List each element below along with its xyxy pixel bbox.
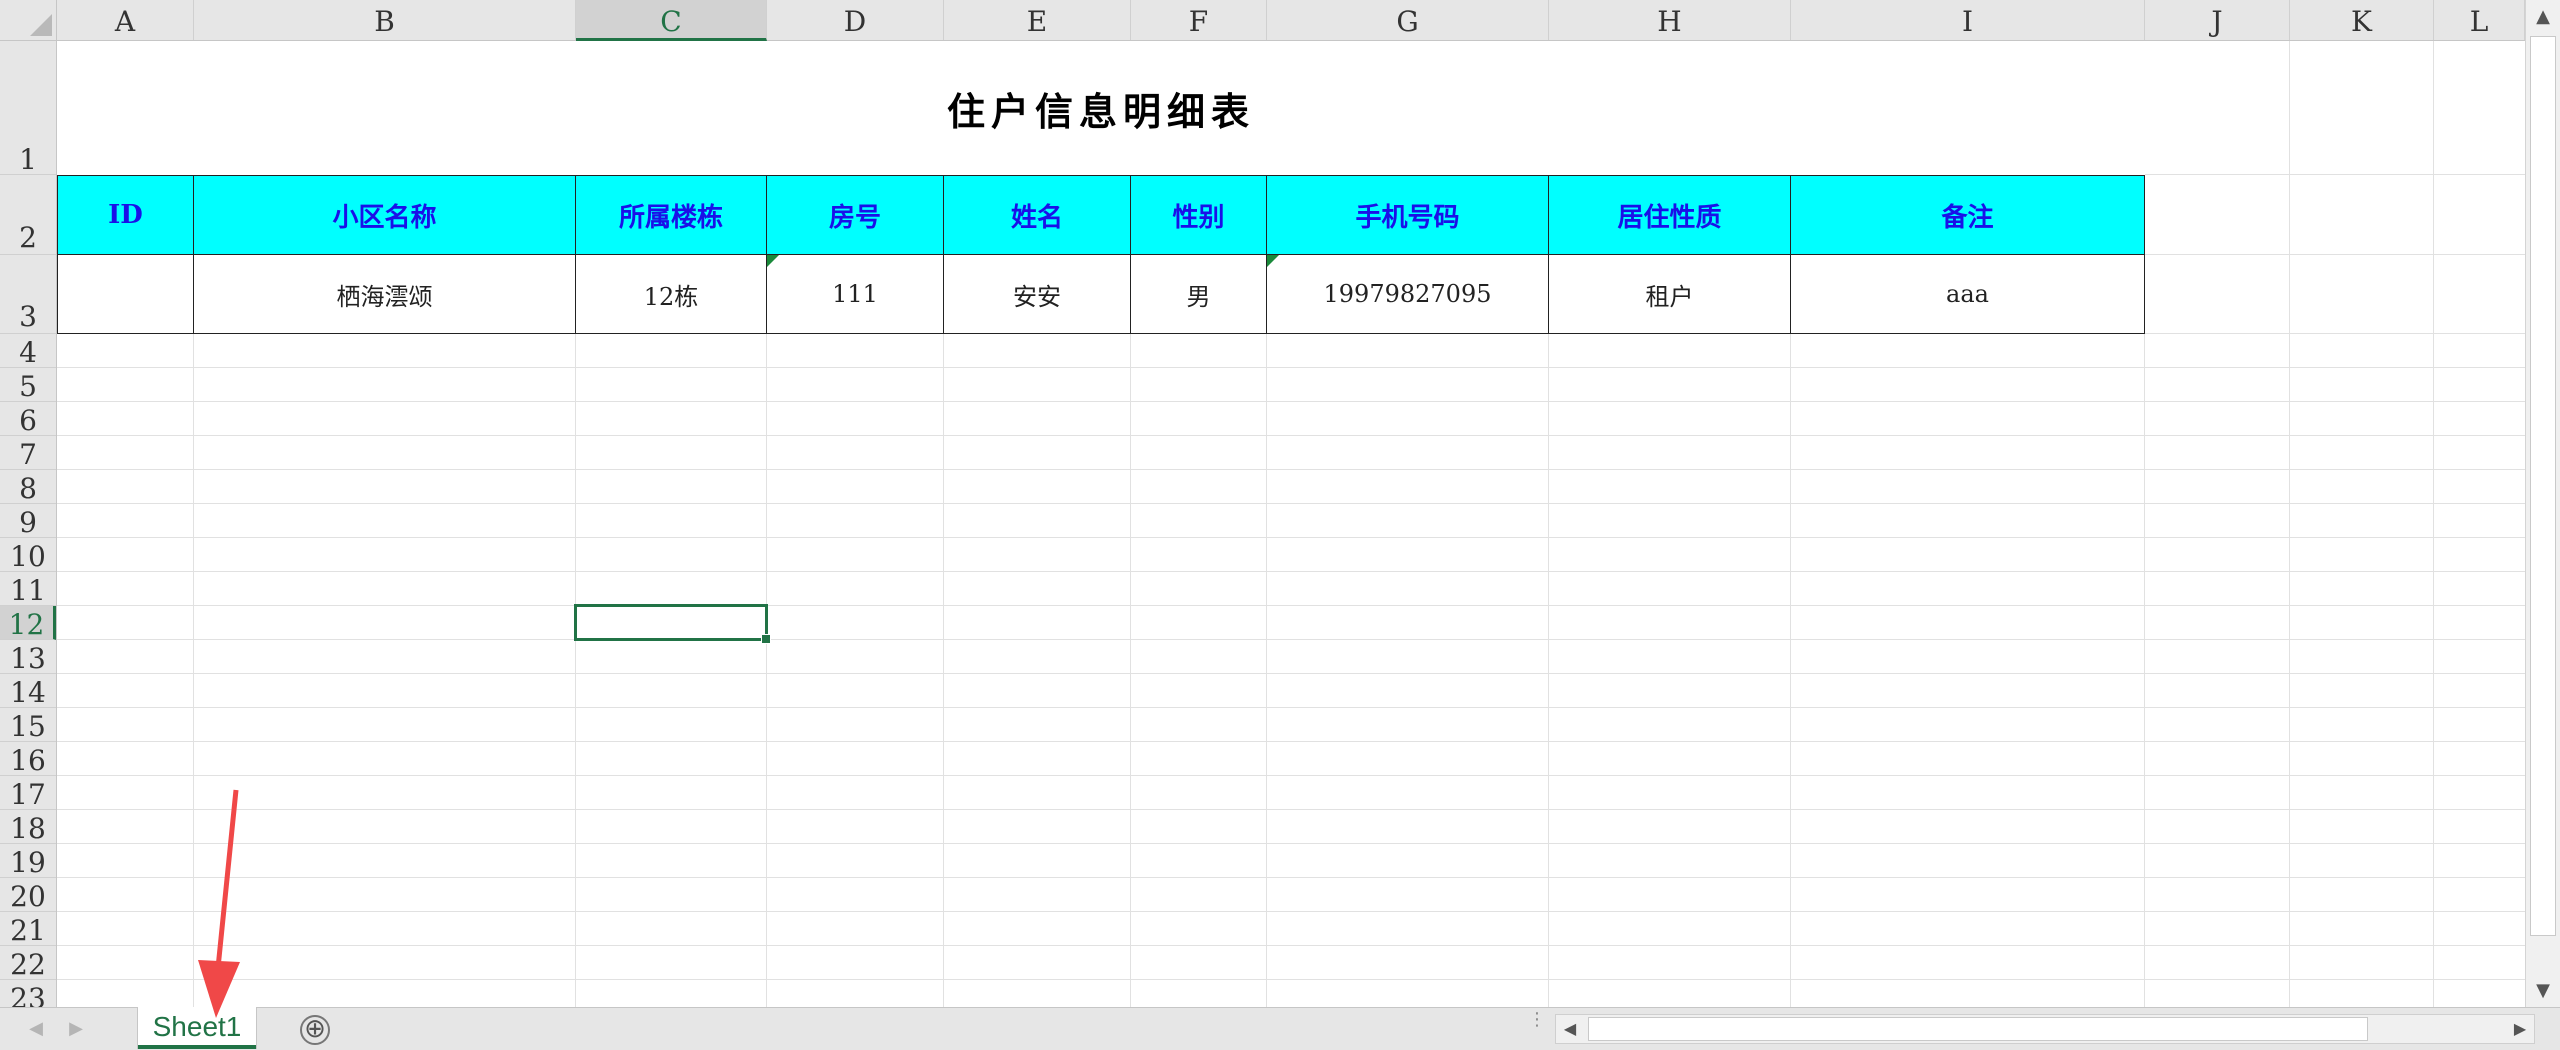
data-cell-community[interactable]: 栖海澐颂 [193, 254, 576, 334]
scroll-right-icon[interactable]: ▶ [2507, 1016, 2533, 1042]
data-cell-remarks[interactable]: aaa [1790, 254, 2145, 334]
row-header[interactable]: 5 [0, 368, 56, 402]
row-header[interactable]: 3 [0, 255, 56, 334]
number-as-text-indicator-icon [767, 255, 779, 267]
data-cell-gender[interactable]: 男 [1130, 254, 1267, 334]
column-header-e[interactable]: E [944, 0, 1131, 40]
data-cell-building[interactable]: 12栋 [575, 254, 767, 334]
header-cell-residence-type[interactable]: 居住性质 [1548, 175, 1791, 255]
column-header-l[interactable]: L [2434, 0, 2525, 40]
row-header[interactable]: 15 [0, 708, 56, 742]
vertical-scroll-thumb[interactable] [2530, 36, 2556, 936]
column-header-g[interactable]: G [1267, 0, 1549, 40]
data-cell-residence-type[interactable]: 租户 [1548, 254, 1791, 334]
row-header[interactable]: 14 [0, 674, 56, 708]
vertical-scrollbar[interactable]: ▲ ▼ [2525, 0, 2560, 1007]
column-header-h[interactable]: H [1549, 0, 1791, 40]
select-all-button[interactable] [0, 0, 57, 41]
sheet-title-cell[interactable]: 住户信息明细表 [57, 41, 2145, 175]
scroll-up-icon[interactable]: ▲ [2529, 2, 2557, 30]
row-header[interactable]: 21 [0, 912, 56, 946]
tab-split-handle[interactable]: ⋮ [1528, 1011, 1546, 1042]
header-cell-remarks[interactable]: 备注 [1790, 175, 2145, 255]
row-header[interactable]: 22 [0, 946, 56, 980]
row-header[interactable]: 1 [0, 41, 56, 175]
column-header-f[interactable]: F [1131, 0, 1267, 40]
horizontal-scrollbar[interactable]: ◀ ▶ [1555, 1014, 2535, 1044]
number-as-text-indicator-icon [1267, 255, 1279, 267]
cell-area[interactable]: 住户信息明细表 ID 小区名称 所属楼栋 房号 姓名 性别 手机号码 居住性质 … [57, 41, 2525, 1007]
data-cell-room[interactable]: 111 [766, 254, 944, 334]
row-header[interactable]: 4 [0, 334, 56, 368]
header-cell-name[interactable]: 姓名 [943, 175, 1131, 255]
tab-prev-icon[interactable]: ◀ [24, 1016, 48, 1042]
data-cell-id[interactable] [57, 254, 194, 334]
row-header[interactable]: 19 [0, 844, 56, 878]
row-header[interactable]: 6 [0, 402, 56, 436]
data-cell-phone[interactable]: 19979827095 [1266, 254, 1549, 334]
column-header-b[interactable]: B [194, 0, 576, 40]
row-header[interactable]: 13 [0, 640, 56, 674]
data-cell-name[interactable]: 安安 [943, 254, 1131, 334]
column-header-c[interactable]: C [576, 0, 767, 41]
row-header-column: 1 2 3 4 5 6 7 8 9 10 11 12 13 14 15 16 1… [0, 41, 57, 1007]
row-header[interactable]: 8 [0, 470, 56, 504]
data-cell-phone-value: 19979827095 [1323, 280, 1492, 308]
column-header-row: A B C D E F G H I J K L [57, 0, 2525, 41]
row-header[interactable]: 18 [0, 810, 56, 844]
column-header-i[interactable]: I [1791, 0, 2145, 40]
row-header-active[interactable]: 12 [0, 606, 56, 640]
data-cell-room-value: 111 [832, 280, 878, 308]
horizontal-scroll-thumb[interactable] [1588, 1017, 2368, 1041]
row-header[interactable]: 7 [0, 436, 56, 470]
header-cell-community[interactable]: 小区名称 [193, 175, 576, 255]
worksheet-grid: A B C D E F G H I J K L 1 2 3 4 5 6 7 8 … [0, 0, 2525, 1007]
row-header[interactable]: 9 [0, 504, 56, 538]
scroll-left-icon[interactable]: ◀ [1557, 1016, 1583, 1042]
header-cell-building[interactable]: 所属楼栋 [575, 175, 767, 255]
header-cell-gender[interactable]: 性别 [1130, 175, 1267, 255]
row-header[interactable]: 10 [0, 538, 56, 572]
add-sheet-icon[interactable]: ⊕ [300, 1015, 330, 1045]
header-cell-id[interactable]: ID [57, 175, 194, 255]
column-header-j[interactable]: J [2145, 0, 2290, 40]
spreadsheet-window: A B C D E F G H I J K L 1 2 3 4 5 6 7 8 … [0, 0, 2560, 1050]
fill-handle[interactable] [761, 634, 771, 644]
tab-next-icon[interactable]: ▶ [64, 1016, 88, 1042]
row-header[interactable]: 23 [0, 980, 56, 1008]
header-cell-room[interactable]: 房号 [766, 175, 944, 255]
header-cell-phone[interactable]: 手机号码 [1266, 175, 1549, 255]
row-header[interactable]: 17 [0, 776, 56, 810]
selected-cell-c12[interactable] [574, 604, 771, 644]
row-header[interactable]: 16 [0, 742, 56, 776]
row-header[interactable]: 2 [0, 175, 56, 255]
sheet-tab-sheet1[interactable]: Sheet1 [138, 1007, 256, 1049]
scroll-down-icon[interactable]: ▼ [2529, 976, 2557, 1004]
column-header-a[interactable]: A [57, 0, 194, 40]
row-header[interactable]: 11 [0, 572, 56, 606]
sheet-tab-bar: ◀ ▶ Sheet1 ⊕ ⋮ ◀ ▶ [0, 1007, 2560, 1050]
column-header-d[interactable]: D [767, 0, 944, 40]
column-header-k[interactable]: K [2290, 0, 2434, 40]
row-header[interactable]: 20 [0, 878, 56, 912]
